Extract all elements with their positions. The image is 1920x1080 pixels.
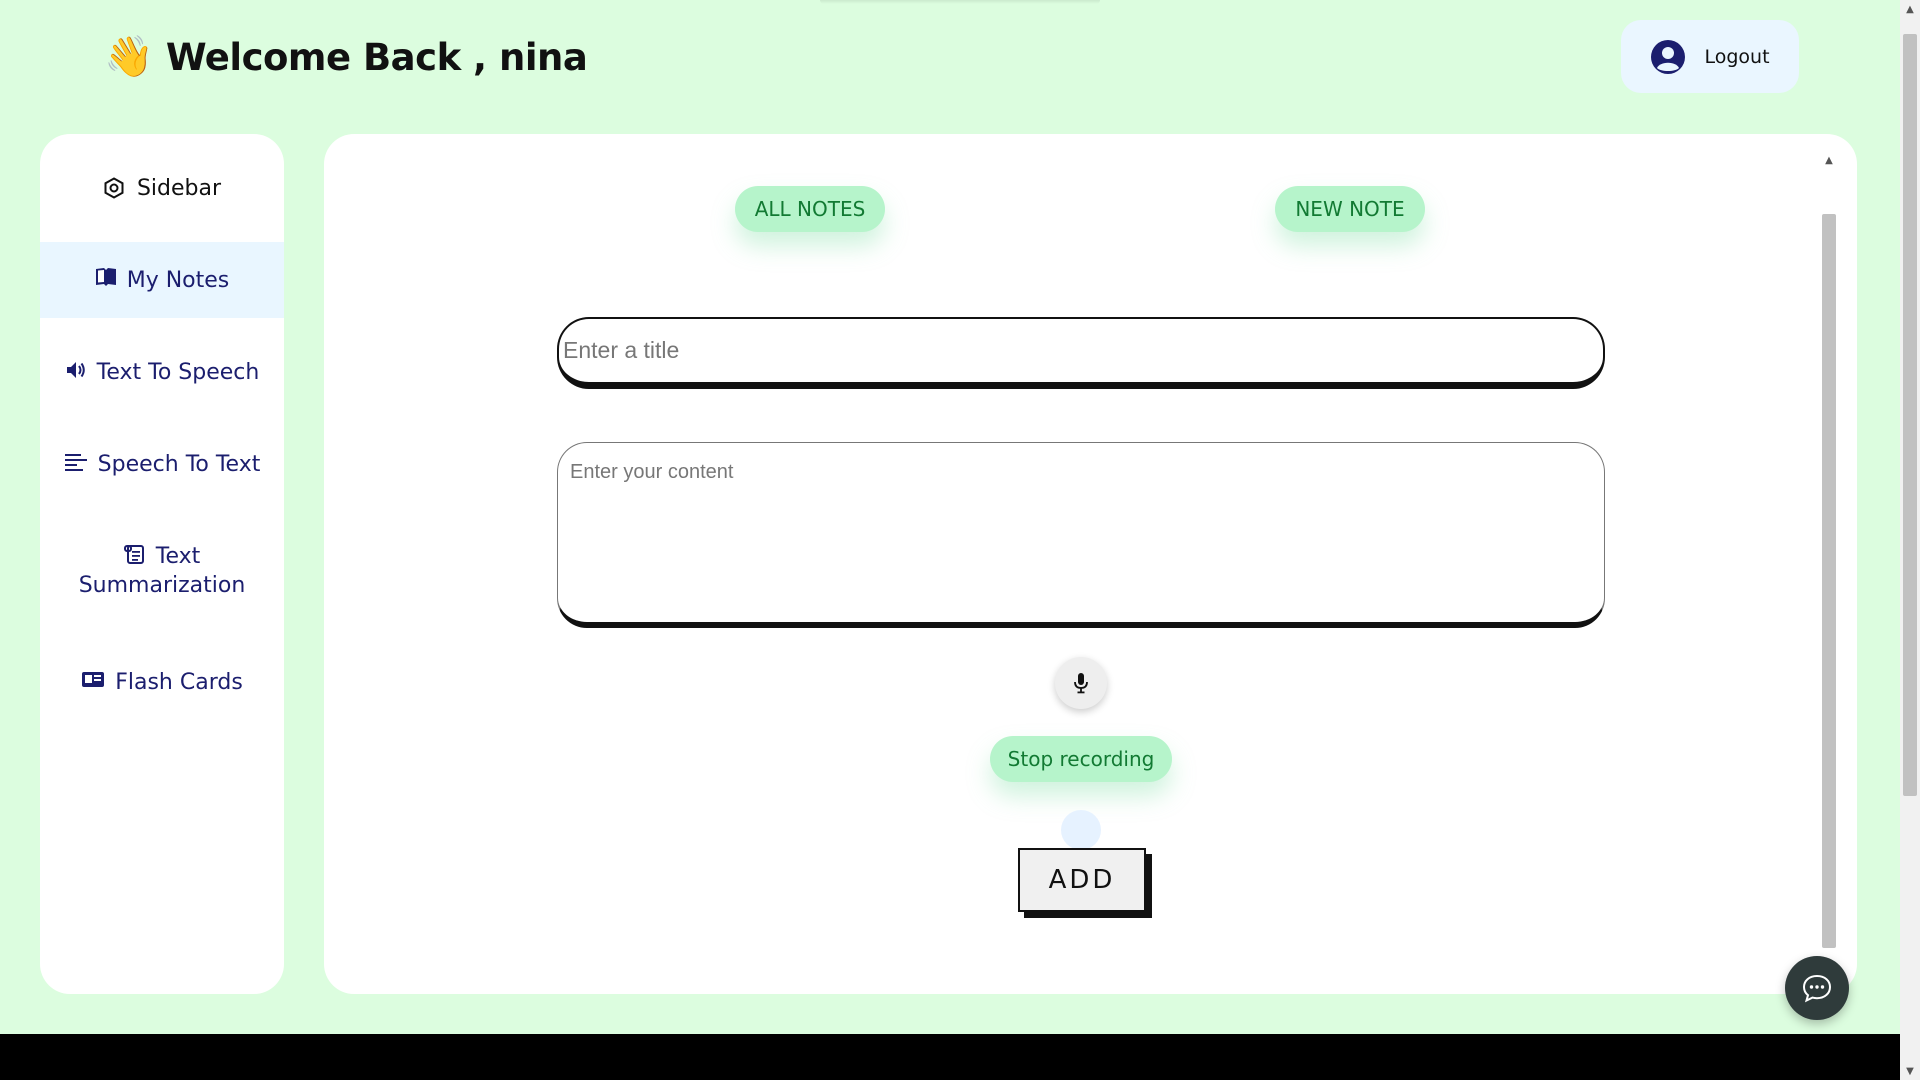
add-button[interactable]: ADD bbox=[1018, 848, 1146, 912]
hexagon-settings-icon bbox=[104, 177, 124, 199]
sidebar-item-label-line2: Summarization bbox=[78, 573, 246, 598]
sidebar-item-label: Text bbox=[155, 544, 201, 569]
sidebar-item-label: My Notes bbox=[126, 267, 230, 293]
title-input[interactable] bbox=[557, 317, 1605, 389]
top-shadow bbox=[820, 0, 1100, 4]
sidebar-item-my-notes[interactable]: My Notes bbox=[40, 242, 284, 318]
speaker-icon bbox=[66, 362, 85, 378]
sidebar-item-flash-cards[interactable]: Flash Cards bbox=[40, 670, 284, 695]
page-scroll-up-icon[interactable]: ▲ bbox=[1900, 0, 1920, 18]
logout-label: Logout bbox=[1704, 45, 1770, 68]
text-lines-icon bbox=[64, 454, 87, 471]
sidebar-title: Sidebar bbox=[136, 175, 222, 201]
user-avatar-icon bbox=[1651, 39, 1686, 74]
header-greeting: 👋 Welcome Back , nina bbox=[104, 32, 588, 82]
logout-button[interactable]: Logout bbox=[1621, 20, 1799, 93]
scrollbar-thumb[interactable] bbox=[1822, 214, 1836, 948]
sidebar-item-text-summarization[interactable]: Text Summarization bbox=[40, 544, 284, 598]
sidebar-item-text-to-speech[interactable]: Text To Speech bbox=[40, 360, 284, 385]
chat-bubble-icon bbox=[1802, 974, 1832, 1003]
content-textarea[interactable] bbox=[557, 442, 1605, 628]
scroll-up-arrow-icon[interactable]: ▲ bbox=[1820, 150, 1838, 170]
book-icon bbox=[95, 268, 116, 286]
card-icon bbox=[82, 672, 105, 687]
stop-recording-button[interactable]: Stop recording bbox=[990, 736, 1172, 782]
sidebar-item-label: Text To Speech bbox=[96, 360, 260, 385]
sidebar-item-label: Speech To Text bbox=[97, 452, 261, 477]
sidebar-header: Sidebar bbox=[40, 134, 284, 242]
scroll-icon bbox=[123, 545, 144, 564]
page-scrollbar-thumb[interactable] bbox=[1903, 34, 1917, 796]
all-notes-button[interactable]: ALL NOTES bbox=[735, 186, 885, 232]
sidebar: Sidebar My Notes Text To Speech Speech T… bbox=[40, 134, 284, 994]
main-panel: ALL NOTES NEW NOTE Stop recording ADD ▲ bbox=[324, 134, 1857, 994]
panel-scrollbar[interactable]: ▲ bbox=[1820, 150, 1838, 962]
new-note-button[interactable]: NEW NOTE bbox=[1275, 186, 1425, 232]
microphone-button[interactable] bbox=[1055, 657, 1107, 709]
page-scrollbar[interactable]: ▲ ▼ bbox=[1900, 0, 1920, 1080]
sidebar-item-speech-to-text[interactable]: Speech To Text bbox=[40, 452, 284, 477]
waving-hand-icon: 👋 bbox=[104, 34, 154, 80]
recording-indicator bbox=[1061, 810, 1101, 850]
page-title: Welcome Back , nina bbox=[165, 35, 588, 79]
footer-bar bbox=[0, 1034, 1900, 1080]
chat-button[interactable] bbox=[1785, 956, 1849, 1020]
microphone-icon bbox=[1074, 673, 1088, 694]
page-scroll-down-icon[interactable]: ▼ bbox=[1900, 1062, 1920, 1080]
sidebar-item-label: Flash Cards bbox=[115, 670, 243, 695]
